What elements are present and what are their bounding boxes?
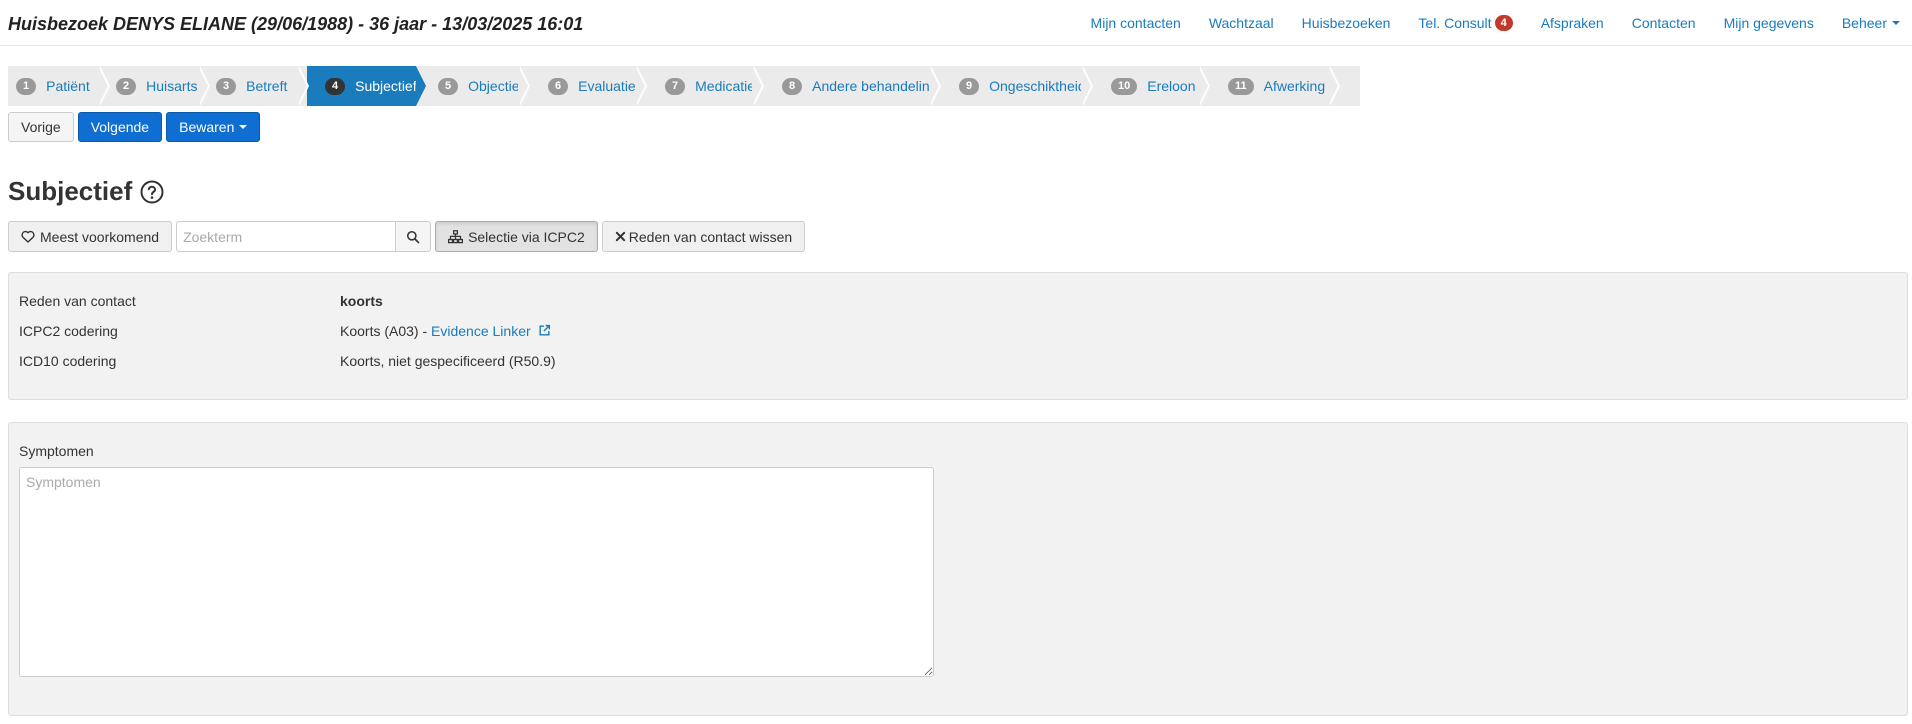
most-frequent-label: Meest voorkomend <box>40 228 160 245</box>
wizard-step-ongeschiktheid[interactable]: 9 Ongeschiktheid <box>939 66 1093 106</box>
icpc2-value: Koorts (A03) - <box>340 323 432 339</box>
wizard-step-objectief[interactable]: 5 Objectief <box>416 66 530 106</box>
nav-mijn-contacten[interactable]: Mijn contacten <box>1091 15 1181 31</box>
wizard-step-patient[interactable]: 1 Patiënt <box>8 66 110 106</box>
nav-label: Contacten <box>1631 15 1696 31</box>
help-icon[interactable] <box>140 180 164 204</box>
search-button[interactable] <box>395 221 432 252</box>
step-number: 8 <box>782 77 803 95</box>
icpc2-row: ICPC2 codering Koorts (A03) - Evidence L… <box>19 323 551 339</box>
step-number: 4 <box>325 77 346 95</box>
nav-huisbezoeken[interactable]: Huisbezoeken <box>1302 15 1391 31</box>
step-number: 9 <box>959 77 980 95</box>
search-toolbar: Meest voorkomend Selectie via ICPC2 Rede… <box>8 221 806 252</box>
step-number: 11 <box>1228 77 1254 95</box>
symptoms-label: Symptomen <box>19 443 94 459</box>
icpc2-value-wrap: Koorts (A03) - Evidence Linker <box>340 323 551 339</box>
nav-mijn-gegevens[interactable]: Mijn gegevens <box>1724 15 1814 31</box>
heart-icon <box>21 230 35 243</box>
wizard-step-huisarts[interactable]: 2 Huisarts <box>108 66 210 106</box>
reason-value: koorts <box>340 293 383 309</box>
tel-consult-count-badge: 4 <box>1494 15 1513 31</box>
section-title-text: Subjectief <box>8 176 133 206</box>
step-label: Ereloon <box>1147 78 1196 94</box>
step-number: 7 <box>665 77 686 95</box>
wizard-step-medicatie[interactable]: 7 Medicatie <box>645 66 764 106</box>
nav-label: Mijn gegevens <box>1723 15 1814 31</box>
step-label: Betreft <box>246 78 288 94</box>
page-heading: Huisbezoek DENYS ELIANE (29/06/1988) - 3… <box>8 14 584 34</box>
nav-tel-consult[interactable]: Tel. Consult 4 <box>1418 15 1513 31</box>
next-button[interactable]: Volgende <box>77 112 163 142</box>
main-nav: Mijn contacten Wachtzaal Huisbezoeken Te… <box>1063 15 1900 31</box>
wizard-steps: 1 Patiënt 2 Huisarts 3 Betreft 4 Subjectief … <box>8 66 1360 106</box>
clear-reason-button[interactable]: Reden van contact wissen <box>601 221 806 252</box>
icd10-value: Koorts, niet gespecificeerd (R50.9) <box>340 353 556 369</box>
step-label: Ongeschiktheid <box>989 78 1086 94</box>
save-label: Bewaren <box>179 119 235 135</box>
nav-label: Huisbezoeken <box>1301 15 1391 31</box>
step-number: 1 <box>16 77 37 95</box>
icpc2-selection-label: Selectie via ICPC2 <box>468 228 585 245</box>
step-number: 5 <box>438 77 459 95</box>
search-group <box>176 221 432 252</box>
step-label: Huisarts <box>146 78 198 94</box>
wizard-step-subjectief[interactable]: 4 Subjectief <box>307 66 426 106</box>
symptoms-panel: Symptomen <box>8 422 1908 716</box>
close-icon <box>615 231 625 242</box>
nav-afspraken[interactable]: Afspraken <box>1541 15 1604 31</box>
caret-down-icon <box>1892 21 1900 25</box>
external-link-icon <box>539 324 550 336</box>
reason-value-wrap: koorts <box>340 293 383 309</box>
step-label: Patiënt <box>46 78 90 94</box>
nav-beheer-dropdown[interactable]: Beheer <box>1842 15 1900 31</box>
wizard-actions: Vorige Volgende Bewaren <box>8 112 261 142</box>
clear-reason-label: Reden van contact wissen <box>628 228 793 245</box>
reason-row: Reden van contact koorts <box>19 293 383 309</box>
wizard-step-ereloon[interactable]: 10 Ereloon <box>1091 66 1210 106</box>
icd10-row: ICD10 codering Koorts, niet gespecificee… <box>19 353 556 369</box>
nav-label: Mijn contacten <box>1090 15 1181 31</box>
step-label: Subjectief <box>355 78 417 94</box>
step-label: Andere behandeling <box>812 78 938 94</box>
search-icon <box>407 230 420 243</box>
sitemap-icon <box>448 229 464 243</box>
evidence-linker-link[interactable]: Evidence Linker <box>431 323 551 339</box>
nav-label: Afspraken <box>1540 15 1604 31</box>
save-dropdown-button[interactable]: Bewaren <box>166 112 261 142</box>
step-label: Evaluatie <box>578 78 636 94</box>
wizard-step-afwerking[interactable]: 11 Afwerking <box>1208 66 1340 106</box>
search-input[interactable] <box>176 221 396 252</box>
step-label: Objectief <box>468 78 524 94</box>
evidence-linker-label: Evidence Linker <box>431 323 531 339</box>
contact-reason-panel: Reden van contact koorts ICPC2 codering … <box>8 272 1908 400</box>
step-number: 6 <box>548 77 569 95</box>
nav-contacten[interactable]: Contacten <box>1632 15 1696 31</box>
icpc2-selection-button[interactable]: Selectie via ICPC2 <box>435 221 598 252</box>
step-number: 2 <box>116 77 137 95</box>
nav-wachtzaal[interactable]: Wachtzaal <box>1209 15 1274 31</box>
previous-button[interactable]: Vorige <box>8 112 74 142</box>
caret-down-icon <box>239 125 248 129</box>
wizard-step-betreft[interactable]: 3 Betreft <box>208 66 309 106</box>
icd10-label: ICD10 codering <box>19 353 117 369</box>
nav-label: Wachtzaal <box>1208 15 1274 31</box>
step-number: 10 <box>1111 77 1138 95</box>
most-frequent-button[interactable]: Meest voorkomend <box>8 221 173 252</box>
step-label: Medicatie <box>695 78 756 94</box>
top-header: Huisbezoek DENYS ELIANE (29/06/1988) - 3… <box>0 0 1912 46</box>
nav-label: Beheer <box>1841 15 1887 31</box>
step-number: 3 <box>216 77 237 95</box>
section-title: Subjectief <box>8 176 164 207</box>
wizard-step-andere-behandeling[interactable]: 8 Andere behandeling <box>762 66 941 106</box>
reason-label: Reden van contact <box>19 293 136 309</box>
symptoms-textarea[interactable] <box>19 467 934 677</box>
nav-label: Tel. Consult <box>1418 15 1492 31</box>
step-label: Afwerking <box>1263 78 1326 94</box>
wizard-step-evaluatie[interactable]: 6 Evaluatie <box>528 66 647 106</box>
icpc2-label: ICPC2 codering <box>19 323 118 339</box>
